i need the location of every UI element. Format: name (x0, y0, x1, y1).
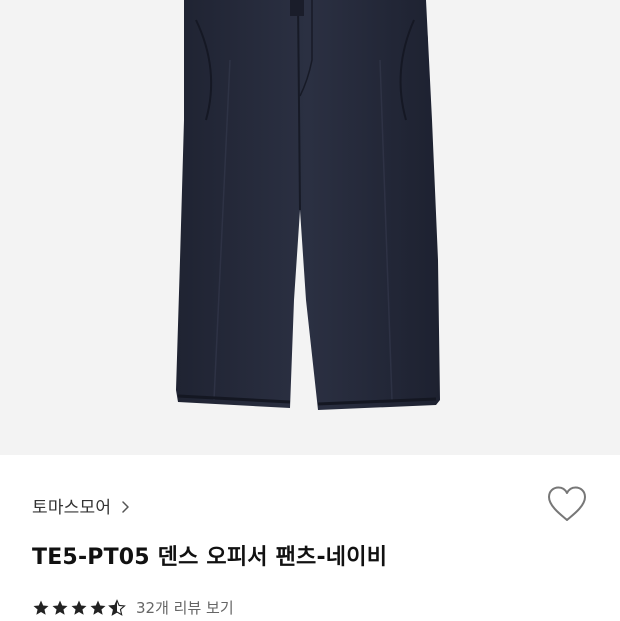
star-icon (89, 599, 107, 617)
star-rating (32, 598, 126, 617)
pants-image (176, 0, 440, 410)
star-icon (51, 599, 69, 617)
product-info: 토마스모어 TE5-PT05 덴스 오피서 팬츠-네이비 32개 리뷰 보기 (0, 455, 620, 620)
review-link[interactable]: 32개 리뷰 보기 (136, 597, 234, 618)
heart-outline-icon (546, 485, 588, 527)
star-icon (32, 599, 50, 617)
star-half-icon (108, 598, 126, 617)
rating-row: 32개 리뷰 보기 (32, 597, 234, 618)
star-icon (70, 599, 88, 617)
product-image[interactable] (0, 0, 620, 455)
chevron-right-icon (119, 499, 133, 513)
brand-name: 토마스모어 (32, 498, 112, 518)
product-title: TE5-PT05 덴스 오피서 팬츠-네이비 (32, 545, 388, 570)
brand-link[interactable]: 토마스모어 (32, 493, 133, 518)
wishlist-button[interactable] (544, 485, 590, 527)
